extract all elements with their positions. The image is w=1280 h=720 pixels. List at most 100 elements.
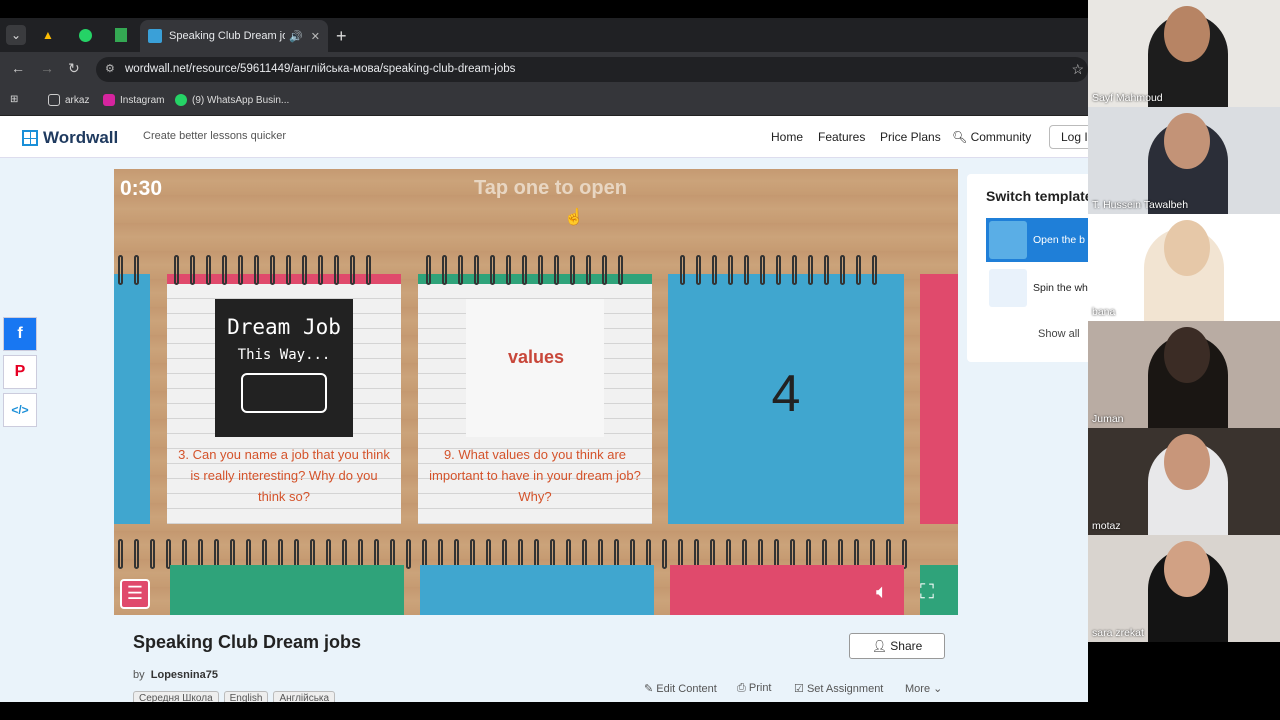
browser-tab-bar: ⌄ ▲ Speaking Club Dream jobs 🔊 ✕ + <box>0 0 1088 52</box>
chevron-down-icon: ⌄ <box>933 683 943 695</box>
card-1-question: 3. Can you name a job that you think is … <box>178 447 390 504</box>
closed-card-4[interactable]: 4 <box>668 274 904 524</box>
close-tab-icon[interactable]: ✕ <box>311 30 320 43</box>
person-head <box>1164 113 1210 169</box>
game-menu-icon[interactable]: ☰ <box>120 579 150 609</box>
participant-name: Juman <box>1092 413 1124 425</box>
more-menu[interactable]: More ⌄ <box>905 682 942 695</box>
bookmark-star-icon[interactable]: ☆ <box>1071 57 1084 82</box>
template-label: Spin the wh <box>1033 282 1088 294</box>
nav-price-plans[interactable]: Price Plans <box>880 130 941 144</box>
participant-tile[interactable]: motaz <box>1088 428 1280 535</box>
sheets-tab-icon[interactable] <box>111 25 131 45</box>
url-field[interactable]: ⚙ wordwall.net/resource/59611449/англійс… <box>96 57 1088 82</box>
card-number: 4 <box>771 365 801 423</box>
activity-player[interactable]: 0:30 Tap one to open Dream Job This Way.… <box>114 169 958 615</box>
fullscreen-icon[interactable]: ⛶ <box>920 581 934 604</box>
author-line: by Lopesnina75 <box>133 669 218 681</box>
resource-title: Speaking Club Dream jobs <box>133 632 362 652</box>
whatsapp-tab-icon[interactable] <box>75 25 95 45</box>
site-info-icon[interactable]: ⚙ <box>105 57 115 82</box>
participant-tile[interactable]: Sayf Mahmoud <box>1088 0 1280 107</box>
word-cloud-main-word: values <box>508 347 565 367</box>
bookmark-label: Instagram <box>120 94 165 106</box>
set-assignment-link[interactable]: ☑ Set Assignment <box>794 682 883 695</box>
partial-card-right[interactable] <box>920 274 958 524</box>
participant-tile[interactable]: bana <box>1088 214 1280 321</box>
opened-card-2[interactable]: values 9. What values do you think are i… <box>418 274 652 524</box>
participant-name: sara zrekat <box>1092 627 1144 639</box>
template-label: Open the b <box>1033 234 1085 246</box>
bottom-card-pink[interactable] <box>670 565 904 615</box>
dream-job-image-subtitle: This Way... <box>237 347 331 363</box>
action-label: Set Assignment <box>806 683 884 695</box>
pointing-hand-icon <box>241 373 327 413</box>
rings-left <box>118 255 139 285</box>
checkbox-icon: ☑ <box>794 683 804 695</box>
author-link[interactable]: Lopesnina75 <box>151 669 218 681</box>
audio-icon[interactable]: 🔊 <box>289 30 303 43</box>
nav-community[interactable]: 🔍︎ Community <box>952 130 1031 144</box>
bookmark-whatsapp[interactable]: (9) WhatsApp Busin... <box>175 94 289 106</box>
pinterest-share-icon[interactable]: P <box>3 355 37 389</box>
top-strip <box>0 0 1088 18</box>
drive-tab-icon[interactable]: ▲ <box>38 25 58 45</box>
address-bar-row: ← → ↻ ⚙ wordwall.net/resource/59611449/а… <box>0 52 1088 86</box>
partial-card-left[interactable] <box>114 274 150 524</box>
participant-tile[interactable]: sara zrekat <box>1088 535 1280 642</box>
share-label: Share <box>890 639 923 653</box>
video-participants-panel: Sayf Mahmoud T. Hussein Tawalbeh bana Ju… <box>1088 0 1280 643</box>
dream-job-image: Dream Job This Way... <box>215 299 353 437</box>
opened-card-1[interactable]: Dream Job This Way... 3. Can you name a … <box>167 274 401 524</box>
brand-name: Wordwall <box>43 128 119 147</box>
tab-title: Speaking Club Dream jobs <box>169 30 285 42</box>
rings-card-1 <box>174 255 371 285</box>
edit-content-link[interactable]: ✎ Edit Content <box>644 682 717 695</box>
switch-template-panel: Switch template Open the b Spin the wh S… <box>967 174 1107 362</box>
facebook-share-icon[interactable]: f <box>3 317 37 351</box>
apps-grid-icon[interactable]: ⊞ <box>10 94 18 105</box>
open-box-icon <box>989 221 1027 259</box>
person-head <box>1164 541 1210 597</box>
participant-tile[interactable]: T. Hussein Tawalbeh <box>1088 107 1280 214</box>
participant-tile[interactable]: Juman <box>1088 321 1280 428</box>
printer-icon: ⎙ <box>737 682 746 694</box>
bookmark-label: (9) WhatsApp Busin... <box>192 94 290 106</box>
template-spin-the-wheel[interactable]: Spin the wh <box>986 266 1104 310</box>
embed-icon[interactable]: </> <box>3 393 37 427</box>
action-label: Print <box>748 682 772 694</box>
new-tab-icon[interactable]: + <box>336 26 347 47</box>
pencil-icon: ✎ <box>644 683 654 695</box>
show-all-link[interactable]: Show all <box>1038 328 1080 340</box>
sound-icon[interactable]: 🔈︎ <box>876 581 888 604</box>
reload-icon[interactable]: ↻ <box>68 60 80 77</box>
action-label: Edit Content <box>656 683 717 695</box>
rings-card-4 <box>680 255 877 285</box>
url-text: wordwall.net/resource/59611449/англійськ… <box>125 63 516 75</box>
template-open-the-box[interactable]: Open the b <box>986 218 1104 262</box>
person-head <box>1164 327 1210 383</box>
share-button[interactable]: 👤︎ Share <box>849 633 945 659</box>
bookmark-instagram[interactable]: Instagram <box>103 94 164 106</box>
tab-search-icon[interactable]: ⌄ <box>6 25 26 45</box>
person-head <box>1164 434 1210 490</box>
nav-home[interactable]: Home <box>771 130 803 144</box>
bookmarks-bar: ⊞ arkaz Instagram (9) WhatsApp Busin... <box>0 86 1088 116</box>
dream-job-image-title: Dream Job <box>227 315 341 339</box>
bottom-card-green[interactable] <box>170 565 404 615</box>
nav-features[interactable]: Features <box>818 130 865 144</box>
bottom-card-blue[interactable] <box>420 565 654 615</box>
user-icon: 👤︎ <box>871 639 887 653</box>
wordwall-page: Wordwall Create better lessons quicker H… <box>0 116 1109 706</box>
bookmark-arkaz[interactable]: arkaz <box>48 94 89 106</box>
wordwall-logo[interactable]: Wordwall <box>22 128 118 148</box>
mouse-cursor-icon: ☝ <box>564 209 584 226</box>
tab-wordwall[interactable]: Speaking Club Dream jobs 🔊 ✕ <box>140 20 328 52</box>
person-head <box>1164 6 1210 62</box>
print-link[interactable]: ⎙ Print <box>737 682 772 695</box>
forward-icon[interactable]: → <box>40 60 54 76</box>
participant-name: motaz <box>1092 520 1121 532</box>
action-label: More <box>905 683 931 695</box>
tagline: Create better lessons quicker <box>143 130 287 142</box>
back-icon[interactable]: ← <box>11 60 25 76</box>
